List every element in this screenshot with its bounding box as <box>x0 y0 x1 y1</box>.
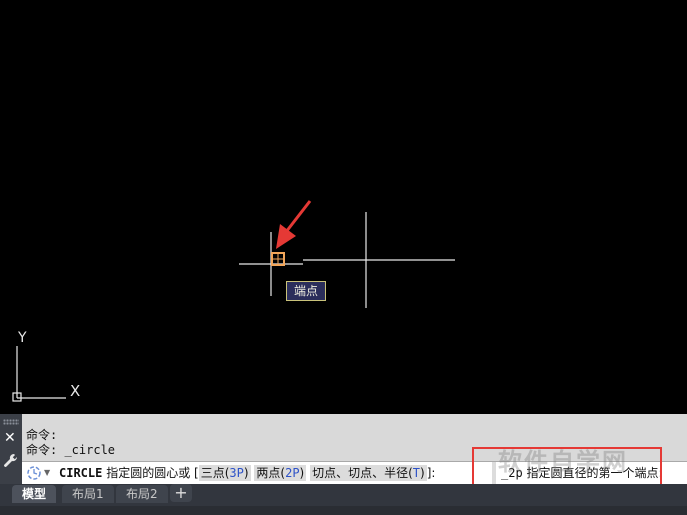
drawing-svg: Y X <box>12 200 455 402</box>
entered-value: _2p <box>501 466 523 480</box>
layout-tab-bar: 模型 布局1 布局2 + <box>0 484 687 515</box>
tab-model[interactable]: 模型 <box>12 485 57 503</box>
command-entry: _2p 指定圆直径的第一个端点: <box>501 462 663 484</box>
tab-layout2[interactable]: 布局2 <box>116 485 168 503</box>
history-line: 命令: <box>26 428 58 442</box>
divider <box>492 462 496 484</box>
wrench-icon[interactable] <box>3 453 19 469</box>
option-2p[interactable]: 两点(2P) <box>254 465 307 481</box>
command-line-panel: ✕ 命令: 命令: _circle ▼ CIRCLE 指定圆的圆心或 [三点(3… <box>0 414 687 484</box>
command-panel-sidebar: ✕ <box>0 414 22 484</box>
ucs-icon <box>12 346 66 402</box>
history-line: 命令: _circle <box>26 443 116 457</box>
command-history: 命令: 命令: _circle <box>26 428 115 458</box>
bracket-close: ]: <box>426 466 436 480</box>
command-input[interactable]: ▼ CIRCLE 指定圆的圆心或 [三点(3P) 两点(2P) 切点、切点、半径… <box>22 461 687 484</box>
tab-layout1[interactable]: 布局1 <box>62 485 114 503</box>
annotation-arrow-icon <box>276 200 312 249</box>
prompt-text: 指定圆的圆心或 <box>106 466 191 480</box>
chevron-down-icon[interactable]: ▼ <box>44 462 50 484</box>
option-ttr[interactable]: 切点、切点、半径(T) <box>310 465 427 481</box>
recent-commands-icon[interactable] <box>26 465 42 481</box>
option-3p[interactable]: 三点(3P) <box>198 465 251 481</box>
ucs-x-label: X <box>70 382 80 400</box>
osnap-tooltip: 端点 <box>286 281 326 301</box>
close-icon[interactable]: ✕ <box>4 431 16 445</box>
endpoint-osnap-icon <box>271 252 285 266</box>
drag-grip-icon[interactable] <box>3 419 19 425</box>
ucs-y-label: Y <box>17 330 27 346</box>
command-prompt: CIRCLE 指定圆的圆心或 [三点(3P) 两点(2P) 切点、切点、半径(T… <box>59 462 435 484</box>
status-bar <box>0 506 687 515</box>
command-name: CIRCLE <box>59 466 103 480</box>
add-tab-button[interactable]: + <box>170 484 192 502</box>
drawing-canvas[interactable]: Y X 端点 <box>0 0 687 414</box>
next-prompt: 指定圆直径的第一个端点: <box>526 466 663 480</box>
